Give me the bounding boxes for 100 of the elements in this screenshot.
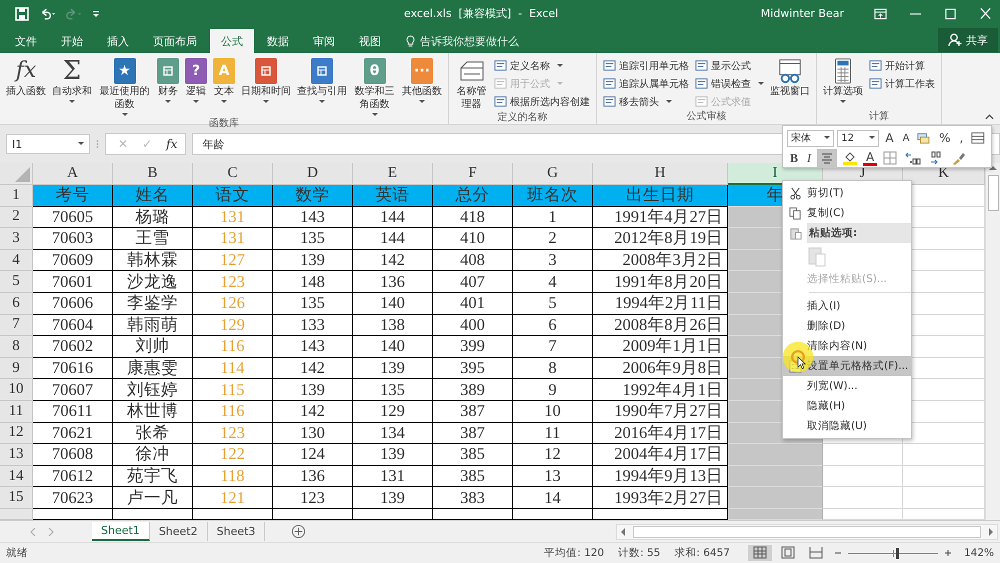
undo-icon[interactable] [40,6,56,20]
ribbon-display-icon[interactable] [874,8,887,20]
sheet-tab[interactable]: Sheet1 [92,522,150,541]
caret-icon [869,136,876,140]
row-header[interactable]: 3 [0,228,33,250]
row-header[interactable]: 12 [0,422,33,444]
row-header[interactable]: 1 [0,185,33,207]
menu-item[interactable]: 剪切(T) [783,183,911,203]
row-header[interactable]: 10 [0,379,33,401]
menu-item[interactable]: 隐藏(H) [783,396,911,416]
column-header[interactable]: C [193,163,273,185]
table-cell: 385 [460,444,485,464]
ribbon-button[interactable]: 计算选项 [820,55,866,104]
ribbon-button[interactable]: Σ 自动求和 [49,55,95,104]
ribbon-button[interactable]: 显示公式 [692,57,767,74]
ribbon-button[interactable]: ··· 其他函数 [399,55,445,104]
table-cell: 129 [380,401,405,422]
table-cell: 133 [300,314,325,335]
table-cell: 142 [300,401,325,422]
function-book-icon: ★ [114,58,136,84]
ribbon-button[interactable]: 名称管理器 [452,55,491,111]
column-header[interactable]: H [593,163,728,185]
zoom-level[interactable]: 142% [964,547,994,559]
ribbon-button[interactable]: 查找与引用 [294,55,350,104]
column-header[interactable]: F [433,163,513,185]
ribbon-tab[interactable]: 文件 [4,29,48,53]
font-color-button[interactable]: A [863,150,878,166]
ribbon-button[interactable]: ? 逻辑 [182,55,210,104]
column-header[interactable]: D [273,163,353,185]
ribbon-tab[interactable]: 公式 [210,29,254,53]
font-size-field[interactable]: 12 [837,130,880,146]
table-cell: 6 [548,314,557,335]
table-cell: 出生日期 [626,185,694,206]
maximize-icon[interactable] [944,8,957,20]
table-cell: 115 [220,380,245,400]
row-header[interactable]: 14 [0,466,33,488]
share-button[interactable]: 共享 [938,28,998,52]
ribbon-tab[interactable]: 开始 [50,29,94,53]
ribbon-button[interactable]: 追踪引用单元格 [600,57,692,74]
column-header[interactable]: B [113,163,193,185]
ribbon-button[interactable]: 错误检查 [692,75,767,92]
ribbon-button[interactable]: 监视窗口 [767,55,813,98]
normal-view-icon[interactable] [748,545,772,561]
menu-item[interactable]: 插入(I) [783,296,911,316]
sheet-tab[interactable]: Sheet3 [208,522,266,541]
name-box[interactable]: I1 [6,134,90,154]
row-header[interactable]: 2 [0,206,33,228]
row-header[interactable]: 4 [0,250,33,272]
table-cell: 135 [300,293,325,314]
add-sheet-icon[interactable] [291,524,306,539]
row-header[interactable]: 11 [0,400,33,423]
column-header[interactable]: G [513,163,593,185]
ribbon-button[interactable]: 开始计算 [866,57,938,74]
table-cell: 418 [460,206,485,227]
zoom-in-icon[interactable] [944,549,952,557]
ribbon-tab[interactable]: 数据 [256,29,300,53]
table-cell: 11 [544,422,560,443]
horizontal-scrollbar[interactable] [616,524,998,540]
table-cell: 70609 [52,250,94,270]
row-header[interactable]: 6 [0,292,33,315]
ribbon-tab[interactable]: 审阅 [302,29,346,53]
ribbon-button[interactable]: 追踪从属单元格 [600,75,692,92]
font-field[interactable]: 宋体 [787,130,834,146]
column-header[interactable]: A [33,163,113,185]
menu-item[interactable]: 取消隐藏(U) [783,416,911,436]
customize-icon[interactable] [92,8,100,18]
table-cell: 148 [300,272,325,292]
ribbon-button[interactable]: 日期和时间 [238,55,294,104]
menu-item[interactable]: 列宽(W)... [783,376,911,396]
collapse-ribbon-icon[interactable] [985,114,994,120]
align-center-icon[interactable] [817,149,838,167]
sheet-tab[interactable]: Sheet2 [150,522,208,541]
ribbon-tab[interactable]: 页面布局 [142,29,208,53]
column-header[interactable]: E [353,163,433,185]
ribbon-button[interactable]: 移去箭头 [600,93,692,110]
ribbon-tab[interactable]: 插入 [96,29,140,53]
ribbon-button[interactable]: 计算工作表 [866,75,938,92]
save-icon[interactable] [14,6,30,20]
row-header[interactable]: 15 [0,487,33,509]
row-header[interactable]: 9 [0,358,33,380]
ribbon-button[interactable]: ★ 最近使用的函数 [95,55,154,117]
menu-item[interactable]: 复制(C) [783,203,911,223]
zoom-slider-thumb[interactable] [896,548,900,558]
ribbon-button[interactable]: 财务 [154,55,182,104]
tell-me-search[interactable]: 告诉我你想要做什么 [420,34,519,48]
menu-item[interactable]: 删除(D) [783,316,911,336]
ribbon-tab[interactable]: 视图 [348,29,392,53]
row-header[interactable]: 7 [0,314,33,336]
ribbon-button[interactable]: A 文本 [210,55,238,104]
ribbon-button[interactable]: 根据所选内容创建 [491,93,593,110]
close-icon[interactable] [979,8,992,20]
ribbon-button[interactable]: fx 插入函数 [3,55,49,98]
scroll-up-icon[interactable] [989,165,997,171]
scrollbar-thumb[interactable] [988,175,998,211]
ribbon-button[interactable]: θ 数学和三角函数 [350,55,399,117]
row-header[interactable]: 8 [0,336,33,358]
ribbon-button[interactable]: 定义名称 [491,57,593,74]
insert-function-button[interactable]: fx [166,137,178,151]
row-header[interactable]: 5 [0,271,33,293]
row-header[interactable]: 13 [0,444,33,466]
